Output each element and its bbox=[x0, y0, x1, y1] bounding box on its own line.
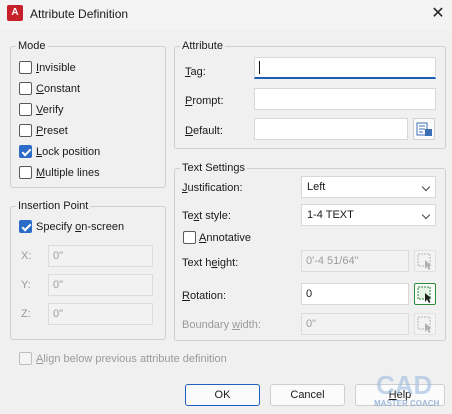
annotative-label: Annotative bbox=[199, 232, 251, 244]
z-label: Z: bbox=[21, 308, 31, 320]
align-below-label: Align below previous attribute definitio… bbox=[36, 353, 227, 365]
window-title: Attribute Definition bbox=[30, 7, 129, 21]
chevron-down-icon bbox=[421, 182, 431, 192]
default-label: Default: bbox=[185, 125, 223, 137]
specify-on-screen-label: Specify on-screen bbox=[36, 221, 125, 233]
annotative-checkbox[interactable] bbox=[183, 231, 196, 244]
pick-rotation-button[interactable] bbox=[414, 283, 436, 305]
justification-select[interactable]: Left bbox=[301, 176, 436, 198]
preset-checkbox[interactable] bbox=[19, 124, 32, 137]
multiple-lines-checkbox[interactable] bbox=[19, 166, 32, 179]
prompt-label: Prompt: bbox=[185, 95, 224, 107]
svg-text:MASTER COACH: MASTER COACH bbox=[374, 399, 440, 408]
pick-point-icon bbox=[417, 316, 432, 333]
insertion-point-legend: Insertion Point bbox=[16, 200, 91, 212]
insert-field-icon bbox=[416, 122, 432, 136]
z-field[interactable]: 0" bbox=[48, 303, 153, 325]
default-field[interactable] bbox=[254, 118, 408, 140]
justification-value: Left bbox=[307, 181, 326, 193]
boundary-width-field[interactable]: 0" bbox=[301, 313, 409, 335]
x-field[interactable]: 0" bbox=[48, 245, 153, 267]
ok-button[interactable]: OK bbox=[185, 384, 260, 406]
x-label: X: bbox=[21, 250, 32, 262]
rotation-field[interactable]: 0 bbox=[301, 283, 409, 305]
y-label: Y: bbox=[21, 279, 31, 291]
rotation-label: Rotation: bbox=[182, 290, 227, 302]
tag-field[interactable] bbox=[254, 57, 436, 79]
tag-label: Tag: bbox=[185, 66, 206, 78]
chevron-down-icon bbox=[421, 210, 431, 220]
pick-point-icon bbox=[417, 253, 432, 270]
insert-field-button[interactable] bbox=[413, 118, 435, 140]
text-style-value: 1-4 TEXT bbox=[307, 209, 354, 221]
text-style-label: Text style: bbox=[182, 210, 231, 222]
prompt-field[interactable] bbox=[254, 88, 436, 110]
invisible-label: Invisible bbox=[36, 62, 76, 74]
multiple-lines-label: Multiple lines bbox=[36, 167, 100, 179]
cancel-button[interactable]: Cancel bbox=[270, 384, 345, 406]
text-height-field[interactable]: 0'-4 51/64" bbox=[301, 250, 409, 272]
text-cursor bbox=[259, 61, 260, 74]
y-field[interactable]: 0" bbox=[48, 274, 153, 296]
lock-position-label: Lock position bbox=[36, 146, 101, 158]
cad-master-coach-watermark: CAD MASTER COACH bbox=[374, 370, 440, 408]
text-height-label: Text height: bbox=[182, 257, 239, 269]
preset-label: Preset bbox=[36, 125, 68, 137]
autocad-app-icon: A bbox=[7, 5, 23, 21]
text-settings-legend: Text Settings bbox=[180, 162, 247, 174]
specify-on-screen-checkbox[interactable] bbox=[19, 220, 32, 233]
close-icon[interactable]: ✕ bbox=[426, 2, 450, 26]
constant-label: Constant bbox=[36, 83, 81, 95]
app-icon-letter: A bbox=[11, 7, 19, 18]
verify-checkbox[interactable] bbox=[19, 103, 32, 116]
lock-position-checkbox[interactable] bbox=[19, 145, 32, 158]
verify-label: Verify bbox=[36, 104, 64, 116]
pick-angle-icon bbox=[417, 286, 432, 303]
text-style-select[interactable]: 1-4 TEXT bbox=[301, 204, 436, 226]
mode-legend: Mode bbox=[16, 40, 48, 52]
pick-height-button[interactable] bbox=[414, 250, 436, 272]
svg-text:CAD: CAD bbox=[376, 370, 432, 400]
align-below-checkbox[interactable] bbox=[19, 352, 32, 365]
attribute-legend: Attribute bbox=[180, 40, 225, 52]
invisible-checkbox[interactable] bbox=[19, 61, 32, 74]
constant-checkbox[interactable] bbox=[19, 82, 32, 95]
justification-label: Justification: bbox=[182, 182, 243, 194]
boundary-width-label: Boundary width: bbox=[182, 319, 261, 331]
pick-boundary-button[interactable] bbox=[414, 313, 436, 335]
